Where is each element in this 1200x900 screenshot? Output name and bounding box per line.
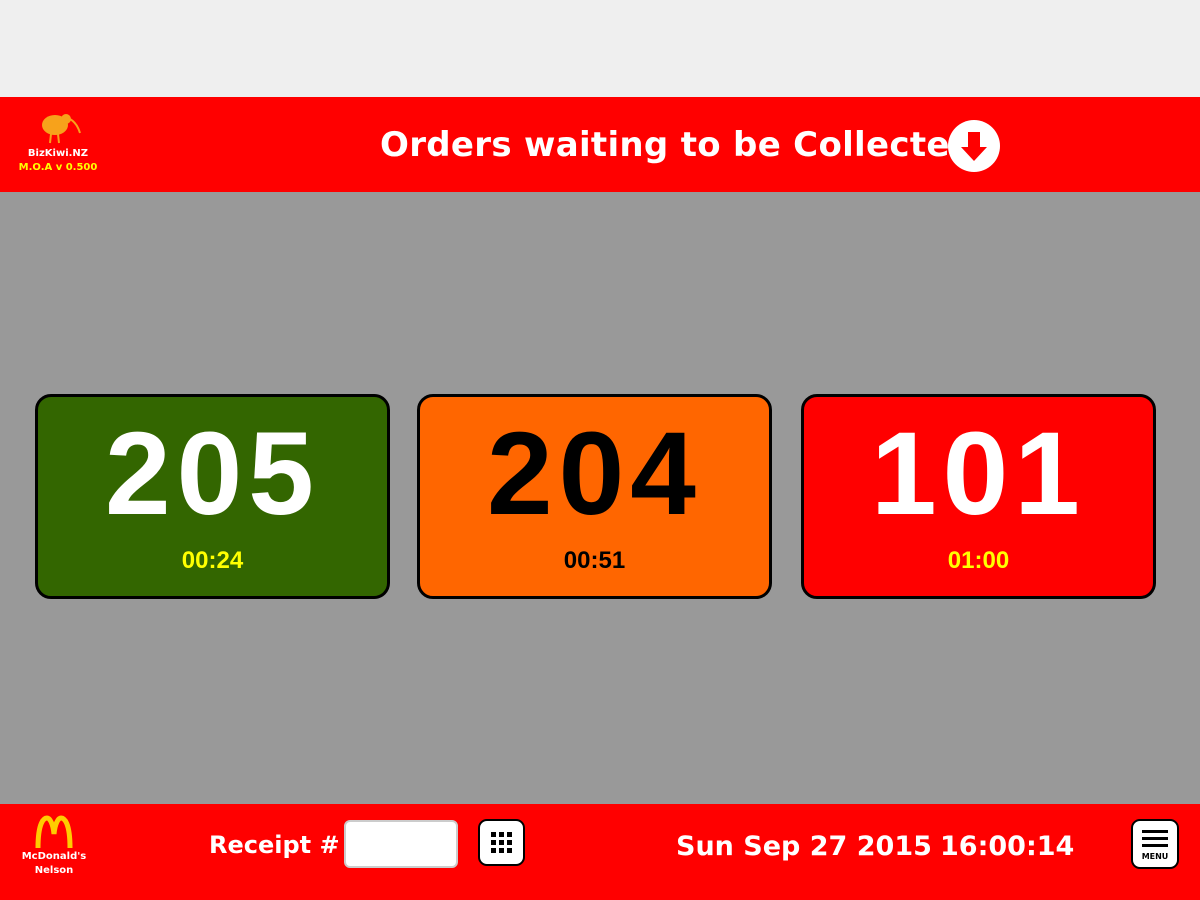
arrow-down-circle-icon xyxy=(961,132,987,161)
order-elapsed-time: 00:24 xyxy=(181,547,244,574)
store-name: McDonald's xyxy=(21,851,87,862)
store-block: McDonald's Nelson xyxy=(4,814,104,878)
order-number: 101 xyxy=(871,408,1086,540)
brand-name: BizKiwi.NZ xyxy=(27,148,89,159)
current-date: Sun Sep 27 2015 xyxy=(676,831,932,862)
order-card[interactable]: 205 00:24 xyxy=(35,394,390,599)
orders-area: 205 00:24 204 00:51 101 01:00 xyxy=(0,192,1200,804)
order-card[interactable]: 101 01:00 xyxy=(801,394,1156,599)
order-number: 204 xyxy=(487,408,702,540)
brand-block: BizKiwi.NZ M.O.A v 0.500 xyxy=(8,109,108,183)
keypad-button[interactable] xyxy=(478,819,525,866)
golden-arches-icon xyxy=(35,815,73,849)
top-blank-area xyxy=(0,0,1200,97)
receipt-input[interactable] xyxy=(344,820,458,868)
page-title: Orders waiting to be Collected xyxy=(380,125,975,165)
brand-version: M.O.A v 0.500 xyxy=(18,162,98,173)
store-location: Nelson xyxy=(34,865,74,876)
header-bar: BizKiwi.NZ M.O.A v 0.500 Orders waiting … xyxy=(0,97,1200,192)
kiwi-bird-icon xyxy=(42,114,81,144)
hamburger-menu-icon xyxy=(1142,830,1168,847)
order-elapsed-time: 00:51 xyxy=(563,547,626,574)
scroll-down-button[interactable] xyxy=(948,120,1000,172)
order-number: 205 xyxy=(105,408,320,540)
keypad-grid-icon xyxy=(491,832,512,853)
footer-bar: McDonald's Nelson Receipt # Sun Sep 27 2… xyxy=(0,804,1200,900)
menu-button[interactable]: MENU xyxy=(1131,819,1179,869)
menu-label: MENU xyxy=(1141,852,1169,861)
receipt-label: Receipt # xyxy=(209,831,340,859)
order-card[interactable]: 204 00:51 xyxy=(417,394,772,599)
current-time: 16:00:14 xyxy=(940,831,1075,862)
order-elapsed-time: 01:00 xyxy=(947,547,1010,574)
